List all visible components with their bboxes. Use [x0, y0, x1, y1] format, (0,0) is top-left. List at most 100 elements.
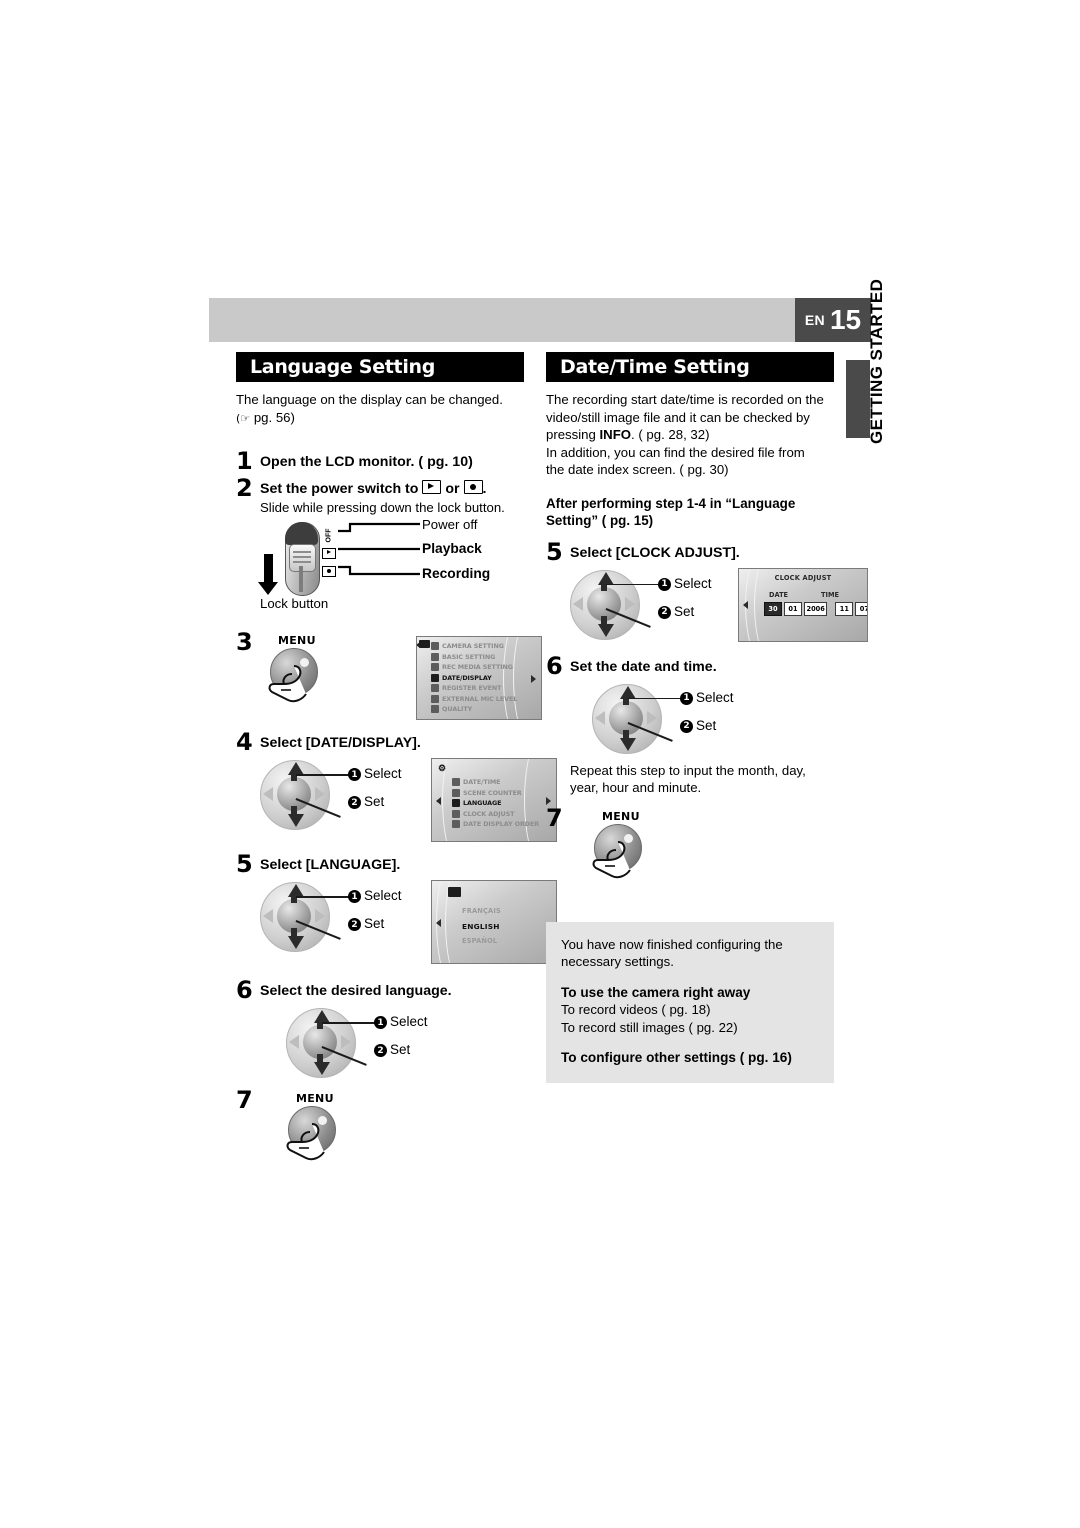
menu-button-illustration[interactable]: MENU: [260, 634, 346, 710]
step-3: 3 MENU CAMERA SETTING BASIC SETTING REC …: [236, 630, 542, 720]
label-power-off: Power off: [422, 517, 478, 532]
date-display-icon: [431, 673, 439, 682]
camera-setting-icon: [431, 642, 439, 651]
arrow-down-icon: [314, 1062, 330, 1075]
menu-item-label: ESPAÑOL: [462, 937, 498, 945]
lcd-main-menu-items: CAMERA SETTING BASIC SETTING REC MEDIA S…: [431, 641, 533, 715]
language-intro-line1: The language on the display can be chang…: [236, 392, 503, 407]
playback-mode-icon: [422, 480, 442, 494]
list-item-selected[interactable]: ENGLISH: [462, 922, 501, 937]
step-7: 7 MENU: [236, 1088, 524, 1168]
menu-item-label: REGISTER EVENT: [442, 684, 502, 693]
list-item[interactable]: SCENE COUNTER: [452, 788, 548, 799]
list-item[interactable]: BASIC SETTING: [431, 652, 533, 663]
arrow-left-icon: [263, 787, 273, 801]
badge-1: 1: [658, 577, 671, 591]
arrow-left-icon: [263, 909, 273, 923]
list-item[interactable]: REGISTER EVENT: [431, 683, 533, 694]
list-item-selected[interactable]: DATE/DISPLAY: [431, 673, 533, 684]
badge-2: 2: [680, 719, 693, 733]
list-item[interactable]: CAMERA SETTING: [431, 641, 533, 652]
datetime-intro-line5: the date index screen. ( pg. 30): [546, 462, 729, 477]
menu-button-label: MENU: [278, 634, 316, 647]
list-item[interactable]: REC MEDIA SETTING: [431, 662, 533, 673]
list-item[interactable]: CLOCK ADJUST: [452, 809, 548, 820]
list-item[interactable]: DATE DISPLAY ORDER: [452, 819, 548, 830]
clock-adjust-icon: [452, 809, 460, 818]
list-item[interactable]: EXTERNAL MIC LEVEL: [431, 694, 533, 705]
step-5-right-number: 5: [546, 537, 563, 566]
section-title-datetime: Date/Time Setting: [546, 352, 834, 382]
left-column: Language Setting The language on the dis…: [236, 352, 557, 1168]
month-field[interactable]: 01: [784, 601, 802, 616]
arrow-right-icon: [647, 710, 657, 725]
callout-leader-lines: [338, 522, 420, 576]
joystick-label-select: Select: [390, 1014, 428, 1029]
step-2-text-b: or: [445, 481, 460, 497]
menu-button-illustration-right-step7[interactable]: MENU: [584, 810, 670, 886]
callout-heading1: To use the camera right away: [561, 984, 751, 1000]
list-item[interactable]: QUALITY: [431, 704, 533, 715]
pointing-hand-icon: [286, 1123, 325, 1161]
off-mark-label: OFF: [325, 528, 333, 542]
joystick-control-step6[interactable]: 1 2 Select Set: [286, 1006, 456, 1080]
list-item-selected[interactable]: LANGUAGE: [452, 798, 548, 809]
callout-line2: necessary settings.: [561, 954, 674, 969]
list-item[interactable]: DATE/TIME: [452, 777, 548, 788]
chevron-left-icon: [436, 919, 441, 927]
badge-1: 1: [680, 691, 693, 705]
time-label: TIME: [821, 590, 840, 599]
menu-button-illustration-step7[interactable]: MENU: [278, 1092, 364, 1168]
leader-line-select: [296, 896, 350, 898]
step-1: 1 Open the LCD monitor. ( pg. 10): [236, 449, 524, 473]
lock-button-stem: [299, 566, 303, 592]
step-7-right-number: 7: [546, 803, 563, 832]
after-note-line2: Setting” ( pg. 15): [546, 513, 654, 528]
language-code: EN: [804, 312, 825, 328]
menu-item-label: FRANÇAIS: [462, 907, 501, 915]
year-field[interactable]: 2006: [804, 601, 828, 616]
after-performing-note: After performing step 1-4 in “Language S…: [546, 495, 834, 530]
leader-line-select: [322, 1022, 376, 1024]
badge-2: 2: [658, 605, 671, 619]
badge-2: 2: [348, 796, 361, 809]
list-item[interactable]: FRANÇAIS: [462, 907, 501, 922]
hour-field[interactable]: 11: [835, 601, 854, 616]
playback-mark-icon: [322, 547, 336, 559]
joystick-control-right-step6[interactable]: 1 2 Select Set: [592, 682, 762, 756]
menu-item-label: LANGUAGE: [463, 799, 502, 808]
datetime-intro: The recording start date/time is recorde…: [546, 391, 834, 479]
pointer-icon: (☞: [236, 411, 251, 425]
joystick-control-step5[interactable]: 1 2 Select Set: [260, 880, 430, 954]
list-item[interactable]: ESPAÑOL: [462, 937, 501, 952]
datetime-intro-line3a: pressing: [546, 427, 600, 442]
joystick-label-select: Select: [696, 689, 734, 705]
step-4-number: 4: [236, 728, 253, 756]
step-6-right-sub1: Repeat this step to input the month, day…: [570, 762, 806, 778]
step-4-text: Select [DATE/DISPLAY].: [260, 735, 421, 751]
lcd-language-items: FRANÇAIS ENGLISH ESPAÑOL: [462, 907, 501, 952]
datetime-intro-line4: In addition, you can find the desired fi…: [546, 444, 805, 460]
step-2-text-a: Set the power switch to: [260, 481, 419, 497]
leader-line-select: [628, 697, 682, 700]
camera-mode-icon: [417, 640, 430, 648]
menu-item-label: EXTERNAL MIC LEVEL: [442, 694, 518, 703]
after-note-a: After performing: [546, 495, 656, 511]
chevron-right-icon: [531, 675, 536, 683]
minute-field[interactable]: 07: [855, 601, 867, 616]
menu-button-label: MENU: [602, 809, 640, 823]
language-intro: The language on the display can be chang…: [236, 391, 524, 427]
joystick-label-select: Select: [364, 888, 402, 903]
badge-2: 2: [348, 918, 361, 931]
arrow-right-icon: [315, 787, 325, 801]
recording-mode-icon: [463, 480, 483, 494]
menu-item-label: SCENE COUNTER: [463, 788, 522, 797]
day-field[interactable]: 30: [764, 601, 782, 616]
menu-item-label: QUALITY: [442, 705, 473, 714]
joystick-control-right-step5[interactable]: 1 2 Select Set: [570, 568, 742, 642]
joystick-label-select: Select: [674, 575, 712, 591]
badge-1: 1: [374, 1016, 387, 1029]
menu-item-label: CAMERA SETTING: [442, 642, 504, 651]
joystick-control-step4[interactable]: 1 2 Select Set: [260, 758, 430, 832]
joystick-label-set: Set: [364, 794, 385, 809]
